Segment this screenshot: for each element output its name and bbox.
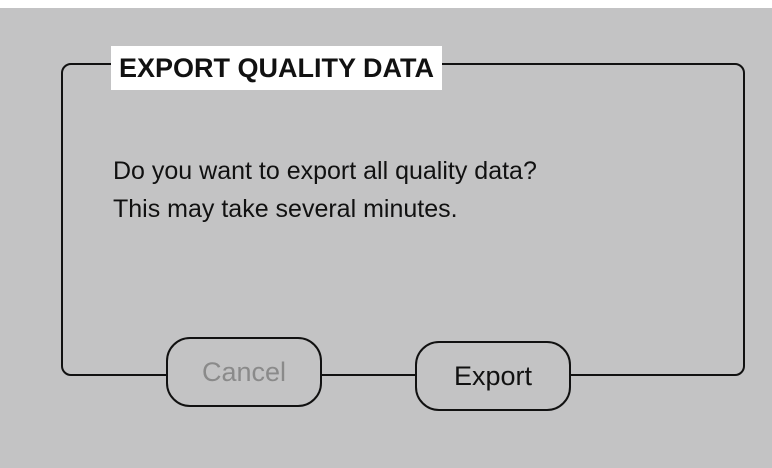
export-button[interactable]: Export — [415, 341, 571, 411]
dialog-title: EXPORT QUALITY DATA — [111, 46, 443, 90]
cancel-button[interactable]: Cancel — [166, 337, 322, 407]
dialog-message: Do you want to export all quality data? … — [113, 152, 537, 228]
dialog-message-line-2: This may take several minutes. — [113, 195, 458, 223]
dialog-message-line-1: Do you want to export all quality data? — [113, 157, 537, 185]
